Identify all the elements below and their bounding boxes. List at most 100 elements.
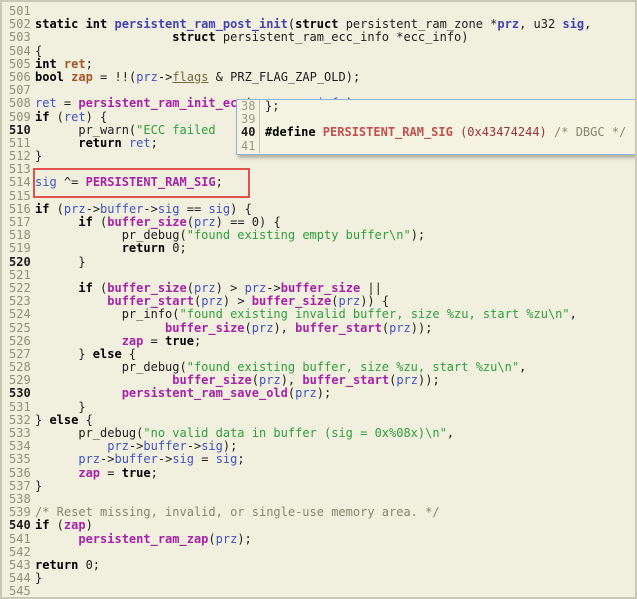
code-token: buffer_size (107, 281, 186, 295)
code-line[interactable]: 520 } (2, 256, 635, 269)
code-line[interactable]: 519 return 0; (2, 242, 635, 255)
code-token: -> (187, 439, 201, 453)
popup-code-line[interactable]: 40#define PERSISTENT_RAM_SIG (0x43474244… (237, 126, 637, 139)
code-token: prz (245, 281, 267, 295)
popup-code-line[interactable]: 41 (237, 140, 637, 153)
line-number[interactable]: 41 (237, 140, 260, 153)
code-token: if (35, 202, 49, 216)
line-number[interactable]: 537 (2, 480, 35, 493)
code-token: buffer_size (107, 215, 186, 229)
code-token: persistent_ram_post_init (114, 17, 287, 31)
line-number[interactable]: 521 (2, 269, 35, 282)
code-token: if (78, 215, 92, 229)
code-token: buffer_size (165, 321, 244, 335)
line-number[interactable]: 545 (2, 585, 35, 598)
code-token: "ECC failed (136, 123, 223, 137)
line-number[interactable]: 530 (2, 387, 35, 400)
code-token: return (78, 136, 121, 150)
code-text: struct persistent_ram_ecc_info *ecc_info… (35, 31, 469, 44)
code-token: ( (187, 215, 194, 229)
line-number[interactable]: 503 (2, 31, 35, 44)
line-number[interactable]: 514 (2, 176, 35, 189)
code-line[interactable]: 503 struct persistent_ram_ecc_info *ecc_… (2, 31, 635, 44)
line-number[interactable]: 525 (2, 322, 35, 335)
code-token (35, 215, 78, 229)
code-token: ret (64, 57, 86, 71)
line-number[interactable]: 508 (2, 97, 35, 110)
line-number[interactable]: 40 (237, 126, 260, 139)
code-text: return ret; (35, 137, 158, 150)
code-line[interactable]: 536 zap = true; (2, 467, 635, 480)
code-line[interactable]: 537} (2, 480, 635, 493)
code-line[interactable]: 531 } (2, 401, 635, 414)
code-line[interactable]: 514sig ^= PERSISTENT_RAM_SIG; (2, 176, 635, 189)
code-token: prz (497, 17, 519, 31)
line-number[interactable]: 510 (2, 124, 35, 137)
line-number[interactable]: 540 (2, 519, 35, 532)
code-token: PERSISTENT_RAM_SIG (86, 175, 216, 189)
line-number[interactable]: 535 (2, 453, 35, 466)
code-token: )) { (360, 294, 389, 308)
code-text: } (35, 256, 86, 269)
code-token: ( (245, 321, 252, 335)
code-token: if (35, 518, 49, 532)
code-line[interactable]: 544} (2, 572, 635, 585)
code-token (35, 373, 172, 387)
code-token: buffer (115, 452, 158, 466)
code-token (35, 439, 107, 453)
code-token: struct (172, 30, 215, 44)
code-line[interactable]: 539/* Reset missing, invalid, or single-… (2, 506, 635, 519)
code-token: sig (208, 202, 230, 216)
code-token: -> (100, 452, 114, 466)
code-line[interactable]: 545 (2, 585, 635, 598)
code-token: ); (223, 439, 237, 453)
code-line[interactable]: 543return 0; (2, 559, 635, 572)
code-token: ) > (216, 281, 245, 295)
code-token: if (35, 110, 49, 124)
code-token: ); (411, 228, 425, 242)
code-token (35, 321, 165, 335)
popup-code-line[interactable]: 38}; (237, 100, 637, 113)
line-number[interactable]: 520 (2, 256, 35, 269)
code-line[interactable]: 541 persistent_ram_zap(prz); (2, 533, 635, 546)
line-number[interactable]: 526 (2, 335, 35, 348)
code-token: ret (64, 110, 86, 124)
code-token (35, 532, 78, 546)
code-line[interactable]: 506bool zap = !!(prz->flags & PRZ_FLAG_Z… (2, 71, 635, 84)
code-token: prz (389, 321, 411, 335)
code-token: persistent_ram_init_ecc (78, 96, 244, 110)
code-token: -> (86, 202, 100, 216)
code-token: ; (216, 175, 223, 189)
line-number[interactable]: 515 (2, 190, 35, 203)
line-number[interactable]: 509 (2, 111, 35, 124)
code-token: -> (143, 202, 157, 216)
code-token: , (570, 307, 577, 321)
line-number[interactable]: 524 (2, 308, 35, 321)
code-token (57, 57, 64, 71)
code-token: /* Reset missing, invalid, or single-use… (35, 505, 440, 519)
code-token: ( (93, 281, 107, 295)
code-token: } (35, 347, 93, 361)
line-number[interactable]: 504 (2, 45, 35, 58)
line-number[interactable]: 541 (2, 533, 35, 546)
code-token: ( (252, 373, 259, 387)
code-token (35, 281, 78, 295)
code-token: sig (35, 175, 57, 189)
code-area[interactable]: 501502static int persistent_ram_post_ini… (2, 5, 635, 598)
code-token: } (35, 255, 86, 269)
code-token (35, 386, 122, 400)
code-token: = (194, 452, 216, 466)
code-token: prz (64, 202, 86, 216)
code-token: buffer_start (107, 294, 194, 308)
code-token: } (35, 413, 49, 427)
code-line[interactable]: 504{ (2, 45, 635, 58)
line-number[interactable]: 531 (2, 401, 35, 414)
line-number[interactable]: 505 (2, 58, 35, 71)
line-number[interactable]: 542 (2, 546, 35, 559)
line-number[interactable]: 536 (2, 467, 35, 480)
code-token: ( (208, 532, 215, 546)
code-token: )); (411, 321, 433, 335)
line-number[interactable]: 519 (2, 242, 35, 255)
code-token: = (100, 466, 122, 480)
code-line[interactable]: 530 persistent_ram_save_old(prz); (2, 387, 635, 400)
